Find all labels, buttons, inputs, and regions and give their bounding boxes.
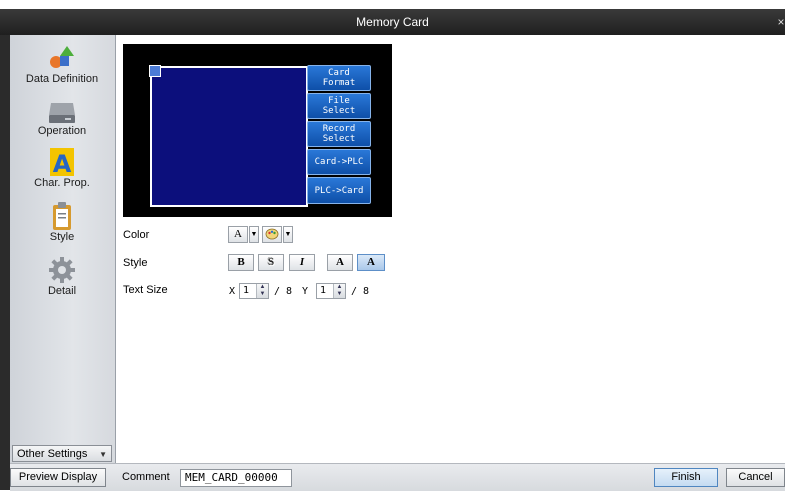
spinner-arrows-icon[interactable]: ▲ ▼ bbox=[333, 284, 345, 298]
finish-button[interactable]: Finish bbox=[654, 468, 718, 487]
comment-label: Comment bbox=[122, 471, 170, 483]
sidebar-item-data-definition[interactable]: Data Definition bbox=[10, 43, 114, 85]
text-size-label: Text Size bbox=[123, 284, 168, 296]
other-settings-label: Other Settings bbox=[17, 448, 88, 460]
style-label: Style bbox=[123, 257, 148, 269]
bottom-bar: Preview Display Comment MEM_CARD_00000 F… bbox=[10, 463, 785, 491]
preview-display-button[interactable]: Preview Display bbox=[10, 468, 106, 487]
memory-card-preview: Card Format File Select Record Select Ca… bbox=[123, 44, 392, 217]
sidebar-item-label: Style bbox=[49, 231, 75, 243]
sidebar-item-label: Data Definition bbox=[25, 73, 99, 85]
window-title: Memory Card bbox=[356, 15, 429, 29]
color-label: Color bbox=[123, 229, 150, 241]
svg-text:A: A bbox=[53, 150, 72, 177]
preview-button-card-to-plc: Card->PLC bbox=[307, 149, 371, 175]
sidebar: Data Definition Operation A Char. Prop. bbox=[10, 35, 116, 463]
sidebar-item-style[interactable]: Style bbox=[10, 201, 114, 243]
char-color-glyph: A bbox=[234, 228, 242, 240]
bg-color-button[interactable] bbox=[262, 226, 282, 243]
text-size-x-spinner[interactable]: 1 ▲ ▼ bbox=[239, 283, 269, 299]
char-color-dropdown[interactable]: ▼ bbox=[249, 226, 259, 243]
x-label: X bbox=[229, 286, 236, 297]
drive-icon bbox=[45, 95, 79, 125]
comment-input[interactable]: MEM_CARD_00000 bbox=[180, 469, 292, 487]
spinner-arrows-icon[interactable]: ▲ ▼ bbox=[256, 284, 268, 298]
italic-button[interactable]: I bbox=[289, 254, 315, 271]
text-size-y-value: 1 bbox=[320, 285, 327, 296]
gear-icon bbox=[45, 255, 79, 285]
highlight-text-button[interactable]: A bbox=[357, 254, 385, 271]
letter-a-icon: A bbox=[45, 147, 79, 178]
sidebar-item-label: Char. Prop. bbox=[34, 177, 90, 189]
shapes-icon bbox=[45, 43, 79, 73]
sidebar-item-label: Detail bbox=[47, 285, 77, 297]
y-label: Y bbox=[302, 286, 309, 297]
chevron-down-icon: ▼ bbox=[250, 230, 258, 238]
preview-button-card-format: Card Format bbox=[307, 65, 371, 91]
bold-button[interactable]: B bbox=[228, 254, 254, 271]
title-bar: Memory Card × bbox=[0, 9, 785, 35]
cancel-button[interactable]: Cancel bbox=[726, 468, 785, 487]
other-settings-dropdown[interactable]: Other Settings ▼ bbox=[12, 445, 112, 462]
sidebar-item-label: Operation bbox=[37, 125, 87, 137]
text-size-x-value: 1 bbox=[243, 285, 250, 296]
x-suffix: / 8 bbox=[274, 286, 293, 297]
preview-button-record-select: Record Select bbox=[307, 121, 371, 147]
preview-corner-marker bbox=[149, 65, 161, 77]
preview-screen bbox=[150, 66, 308, 207]
preview-button-plc-to-card: PLC->Card bbox=[307, 177, 371, 204]
sidebar-item-detail[interactable]: Detail bbox=[10, 255, 114, 297]
window-frame bbox=[0, 35, 10, 490]
preview-button-file-select: File Select bbox=[307, 93, 371, 119]
sidebar-item-char-prop[interactable]: A Char. Prop. bbox=[10, 147, 114, 189]
char-color-button[interactable]: A bbox=[228, 226, 248, 243]
chevron-down-icon: ▼ bbox=[284, 230, 292, 238]
close-icon[interactable]: × bbox=[777, 9, 785, 35]
y-suffix: / 8 bbox=[351, 286, 370, 297]
clipboard-icon bbox=[45, 201, 79, 231]
normal-text-button[interactable]: A bbox=[327, 254, 353, 271]
palette-icon bbox=[265, 228, 279, 243]
sidebar-item-operation[interactable]: Operation bbox=[10, 95, 114, 137]
text-size-y-spinner[interactable]: 1 ▲ ▼ bbox=[316, 283, 346, 299]
shadow-button[interactable]: S bbox=[258, 254, 284, 271]
chevron-down-icon: ▼ bbox=[99, 450, 107, 459]
bg-color-dropdown[interactable]: ▼ bbox=[283, 226, 293, 243]
